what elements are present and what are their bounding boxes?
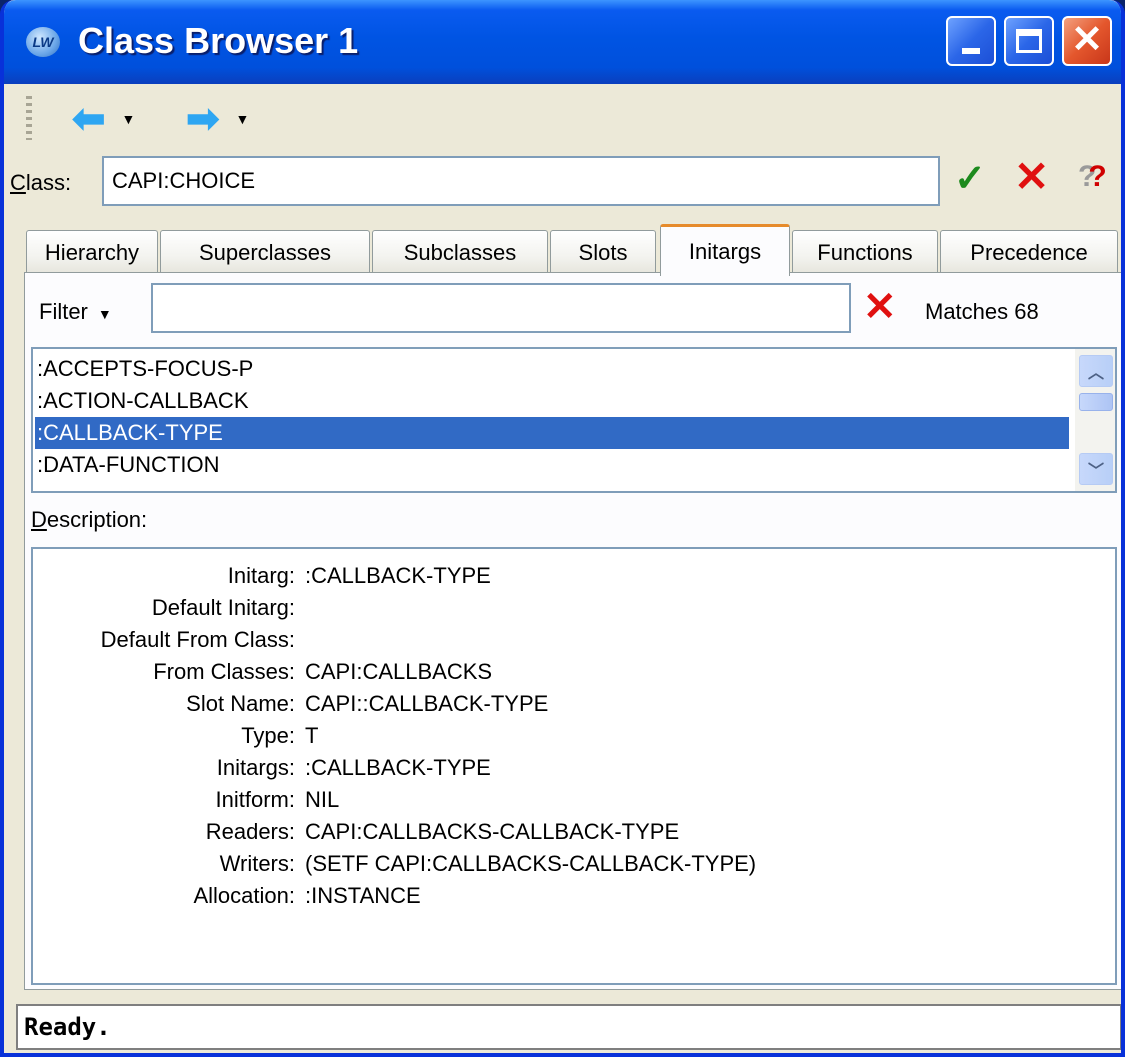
maximize-button[interactable] <box>1004 16 1054 66</box>
window-title: Class Browser 1 <box>78 20 359 61</box>
close-button[interactable]: ✕ <box>1062 16 1112 66</box>
class-input[interactable] <box>102 156 940 206</box>
property-key: Default From Class: <box>100 627 295 652</box>
minimize-button[interactable] <box>946 16 996 66</box>
property-row: Initarg: :CALLBACK-TYPE <box>33 563 1113 597</box>
description-label-text: escription: <box>46 507 148 532</box>
property-row: Initargs: :CALLBACK-TYPE <box>33 755 1113 789</box>
property-value: :CALLBACK-TYPE <box>305 563 491 588</box>
property-value: (SETF CAPI:CALLBACKS-CALLBACK-TYPE) <box>305 851 757 876</box>
property-row: Default Initarg: <box>33 595 1113 629</box>
property-value: :CALLBACK-TYPE <box>305 755 491 780</box>
tab-slots[interactable]: Slots <box>550 230 656 274</box>
description-pane[interactable]: Initarg::CALLBACK-TYPE Default Initarg: … <box>31 547 1117 985</box>
property-key: Type: <box>241 723 295 748</box>
property-row: Allocation: :INSTANCE <box>33 883 1113 917</box>
scroll-down-icon[interactable]: ﹀ <box>1079 453 1113 485</box>
status-bar: Ready. <box>16 1004 1121 1050</box>
cancel-icon[interactable]: ✕ <box>1014 156 1049 198</box>
property-key: Readers: <box>205 819 295 844</box>
property-row: Readers: CAPI:CALLBACKS-CALLBACK-TYPE <box>33 819 1113 853</box>
list-item[interactable]: :DATA-FUNCTION <box>35 449 1069 481</box>
property-key: Writers: <box>219 851 295 876</box>
property-value: :INSTANCE <box>305 883 421 908</box>
tab-subclasses[interactable]: Subclasses <box>372 230 548 274</box>
class-browser-window: LW Class Browser 1 ✕ ⬅ ▼ ➡ ▼ Class: ✓ ✕ … <box>0 0 1125 1057</box>
property-row: Type: T <box>33 723 1113 757</box>
clear-filter-icon[interactable]: ✕ <box>863 287 897 327</box>
class-label-text: lass: <box>25 170 72 195</box>
list-item-selected[interactable]: :CALLBACK-TYPE <box>35 417 1069 449</box>
list-scrollbar[interactable]: ︿ ﹀ <box>1075 349 1115 491</box>
property-row: From Classes: CAPI:CALLBACKS <box>33 659 1113 693</box>
arrow-left-icon: ⬅ <box>72 97 106 141</box>
scroll-thumb[interactable] <box>1079 393 1113 411</box>
filter-input[interactable] <box>151 283 851 333</box>
back-button[interactable]: ⬅ ▼ <box>72 97 136 141</box>
filter-label: Filter <box>39 299 88 324</box>
property-row: Initform: NIL <box>33 787 1113 821</box>
property-row: Writers: (SETF CAPI:CALLBACKS-CALLBACK-TY… <box>33 851 1113 885</box>
back-dropdown-icon[interactable]: ▼ <box>122 111 136 127</box>
class-label: Class: <box>10 170 71 196</box>
property-key: Allocation: <box>193 883 295 908</box>
lispworks-icon: LW <box>26 27 60 57</box>
property-key: Default Initarg: <box>151 595 295 620</box>
tab-functions[interactable]: Functions <box>792 230 938 274</box>
property-value: NIL <box>305 787 340 812</box>
tab-strip: Hierarchy Superclasses Subclasses Slots … <box>26 224 1121 276</box>
class-label-accel: C <box>10 170 26 195</box>
maximize-icon <box>1016 29 1042 53</box>
property-row: Slot Name: CAPI::CALLBACK-TYPE <box>33 691 1113 725</box>
property-key: From Classes: <box>153 659 295 684</box>
check-icon[interactable]: ✓ <box>954 160 986 198</box>
property-value: T <box>305 723 319 748</box>
help-icon[interactable]: ?? <box>1078 162 1107 192</box>
forward-button[interactable]: ➡ ▼ <box>186 97 250 141</box>
toolbar-grip[interactable] <box>26 96 32 140</box>
minimize-icon <box>962 48 980 54</box>
description-label-accel: D <box>31 507 47 532</box>
property-value: CAPI::CALLBACK-TYPE <box>305 691 549 716</box>
property-key: Initarg: <box>227 563 295 588</box>
scroll-up-icon[interactable]: ︿ <box>1079 355 1113 387</box>
matches-count: Matches 68 <box>925 299 1039 324</box>
tab-superclasses[interactable]: Superclasses <box>160 230 370 274</box>
toolbar: ⬅ ▼ ➡ ▼ <box>4 84 1121 150</box>
filter-dropdown-icon: ▼ <box>97 306 112 322</box>
forward-dropdown-icon[interactable]: ▼ <box>236 111 250 127</box>
tab-precedence[interactable]: Precedence <box>940 230 1118 274</box>
property-key: Slot Name: <box>186 691 295 716</box>
property-value: CAPI:CALLBACKS <box>305 659 493 684</box>
property-value: CAPI:CALLBACKS-CALLBACK-TYPE <box>305 819 680 844</box>
close-icon: ✕ <box>1071 19 1103 61</box>
list-item[interactable]: :ACTION-CALLBACK <box>35 385 1069 417</box>
property-key: Initform: <box>215 787 295 812</box>
tab-hierarchy[interactable]: Hierarchy <box>26 230 158 274</box>
description-label: Description: <box>31 507 147 533</box>
arrow-right-icon: ➡ <box>186 97 220 141</box>
initargs-panel: Filter ▼ ✕ Matches 68 :ACCEPTS-FOCUS-P :A… <box>24 272 1121 990</box>
list-item[interactable]: :ACCEPTS-FOCUS-P <box>35 353 1069 385</box>
tab-initargs[interactable]: Initargs <box>660 224 790 276</box>
property-key: Initargs: <box>216 755 295 780</box>
property-row: Default From Class: <box>33 627 1113 661</box>
initargs-list[interactable]: :ACCEPTS-FOCUS-P :ACTION-CALLBACK :CALLB… <box>31 347 1117 493</box>
filter-menu[interactable]: Filter ▼ <box>39 299 112 325</box>
title-bar[interactable]: LW Class Browser 1 ✕ <box>4 0 1121 84</box>
